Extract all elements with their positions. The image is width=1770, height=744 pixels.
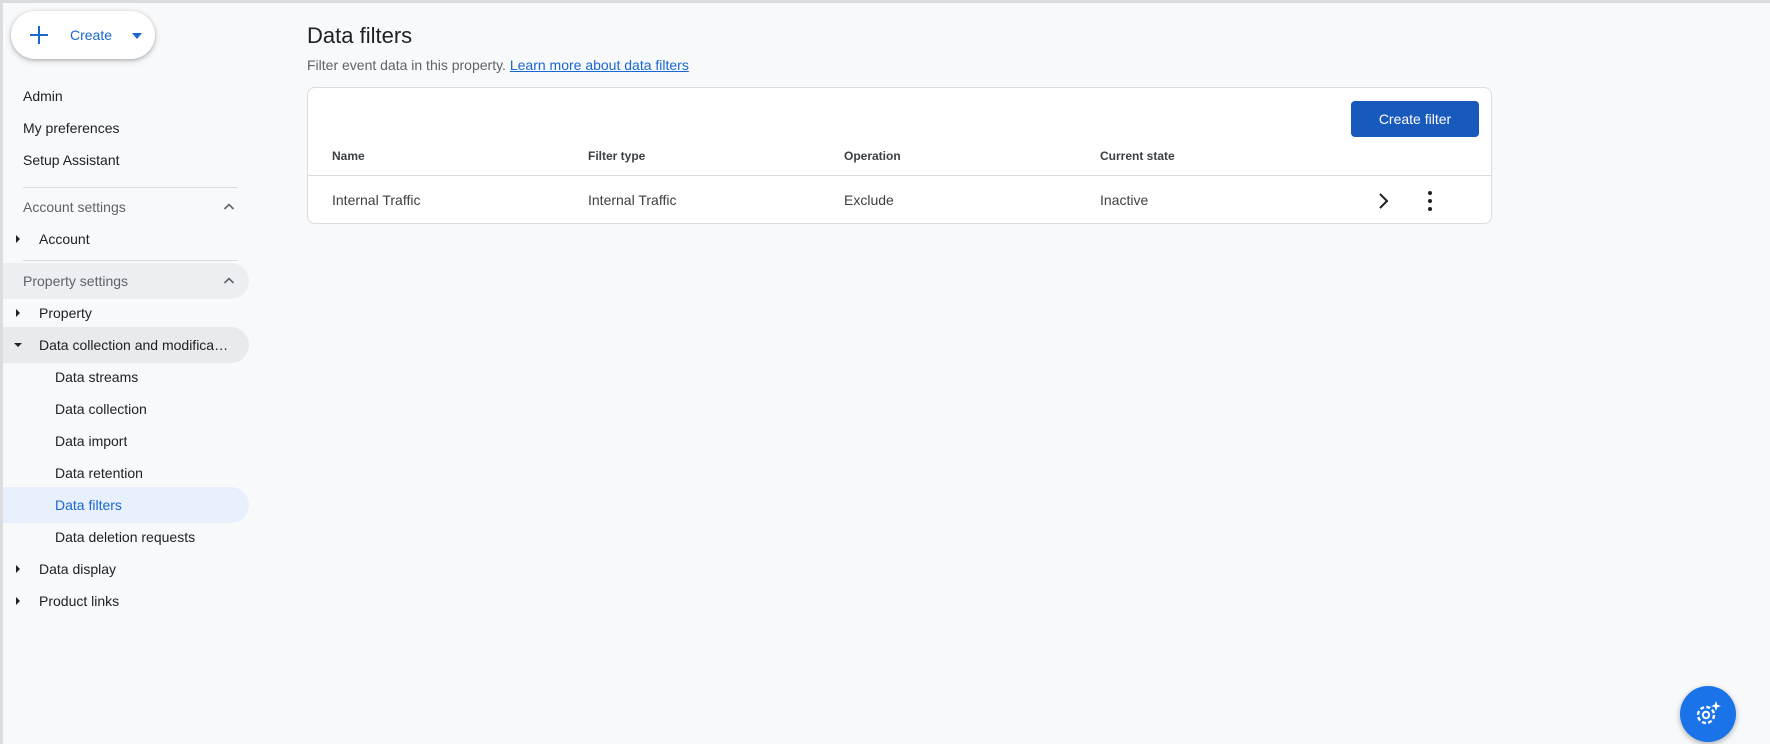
sidebar-item-label: Data retention bbox=[55, 465, 143, 481]
sidebar-item-product-links[interactable]: Product links bbox=[3, 583, 249, 619]
expand-arrow-icon bbox=[16, 597, 20, 605]
column-header-current-state: Current state bbox=[1100, 149, 1175, 163]
collapse-arrow-icon bbox=[14, 343, 22, 347]
settings-sparkle-icon bbox=[1696, 701, 1721, 725]
sidebar-item-label: Data display bbox=[39, 561, 117, 577]
create-button-label: Create bbox=[70, 27, 113, 43]
plus-icon bbox=[29, 25, 49, 45]
sidebar-section-account-settings[interactable]: Account settings bbox=[3, 189, 249, 225]
more-options-icon[interactable] bbox=[1420, 190, 1440, 212]
page-title: Data filters bbox=[307, 23, 413, 48]
sidebar-item-label: Data filters bbox=[55, 497, 122, 513]
create-button[interactable]: Create bbox=[11, 11, 155, 59]
sidebar-item-data-collection[interactable]: Data collection bbox=[3, 391, 249, 427]
sidebar-item-label: Setup Assistant bbox=[23, 152, 120, 168]
sidebar-section-label: Property settings bbox=[23, 273, 129, 289]
sidebar-item-label: Admin bbox=[23, 88, 63, 104]
sidebar-item-setup-assistant[interactable]: Setup Assistant bbox=[3, 142, 249, 178]
table-row[interactable] bbox=[308, 176, 1491, 224]
learn-more-link[interactable]: Learn more about data filters bbox=[510, 57, 689, 73]
cell-current-state: Inactive bbox=[1100, 192, 1149, 208]
sidebar-item-my-preferences[interactable]: My preferences bbox=[3, 110, 249, 146]
create-filter-button[interactable]: Create filter bbox=[1351, 101, 1479, 137]
sidebar-section-property-settings[interactable]: Property settings bbox=[3, 263, 249, 299]
cell-name: Internal Traffic bbox=[332, 192, 421, 208]
sidebar: Create Admin My preferences Setup Assist… bbox=[3, 3, 253, 744]
sidebar-item-label: Account bbox=[39, 231, 90, 247]
sidebar-divider bbox=[23, 260, 237, 261]
column-header-filter-type: Filter type bbox=[588, 149, 646, 163]
chevron-right-icon[interactable] bbox=[1373, 191, 1393, 211]
sidebar-item-data-collection-and-modification[interactable]: Data collection and modifica… bbox=[3, 327, 249, 363]
sidebar-item-data-display[interactable]: Data display bbox=[3, 551, 249, 587]
sidebar-section-label: Account settings bbox=[23, 199, 126, 215]
sidebar-item-label: Product links bbox=[39, 593, 120, 609]
chevron-up-icon bbox=[223, 203, 235, 210]
expand-arrow-icon bbox=[16, 235, 20, 243]
sidebar-item-data-import[interactable]: Data import bbox=[3, 423, 249, 459]
sidebar-item-label: Data import bbox=[55, 433, 128, 449]
cell-operation: Exclude bbox=[844, 192, 894, 208]
sidebar-item-data-streams[interactable]: Data streams bbox=[3, 359, 249, 395]
sidebar-item-data-deletion-requests[interactable]: Data deletion requests bbox=[3, 519, 249, 555]
sidebar-item-admin[interactable]: Admin bbox=[3, 78, 249, 114]
page-subtitle-text: Filter event data in this property. bbox=[307, 57, 506, 73]
sidebar-divider bbox=[23, 187, 237, 188]
sidebar-item-label: Property bbox=[39, 305, 92, 321]
sidebar-item-data-filters[interactable]: Data filters bbox=[3, 487, 249, 523]
expand-arrow-icon bbox=[16, 309, 20, 317]
sidebar-item-label: Data streams bbox=[55, 369, 139, 385]
cell-filter-type: Internal Traffic bbox=[588, 192, 677, 208]
expand-arrow-icon bbox=[16, 565, 20, 573]
settings-sparkle-fab[interactable] bbox=[1680, 686, 1736, 742]
page-subtitle: Filter event data in this property. Lear… bbox=[307, 57, 689, 73]
sidebar-item-data-retention[interactable]: Data retention bbox=[3, 455, 249, 491]
sidebar-item-label: Data deletion requests bbox=[55, 529, 196, 545]
window-top-border bbox=[0, 0, 1770, 3]
sidebar-item-property[interactable]: Property bbox=[3, 295, 249, 331]
sidebar-item-label: Data collection bbox=[55, 401, 147, 417]
sidebar-item-label: Data collection and modifica… bbox=[39, 337, 229, 353]
chevron-up-icon bbox=[223, 277, 235, 284]
column-header-name: Name bbox=[332, 149, 365, 163]
filters-table-card: Create filter Name Filter type Operation… bbox=[307, 87, 1492, 224]
sidebar-item-account[interactable]: Account bbox=[3, 221, 249, 257]
caret-down-icon[interactable] bbox=[132, 33, 142, 39]
column-header-operation: Operation bbox=[844, 149, 901, 163]
sidebar-item-label: My preferences bbox=[23, 120, 120, 136]
